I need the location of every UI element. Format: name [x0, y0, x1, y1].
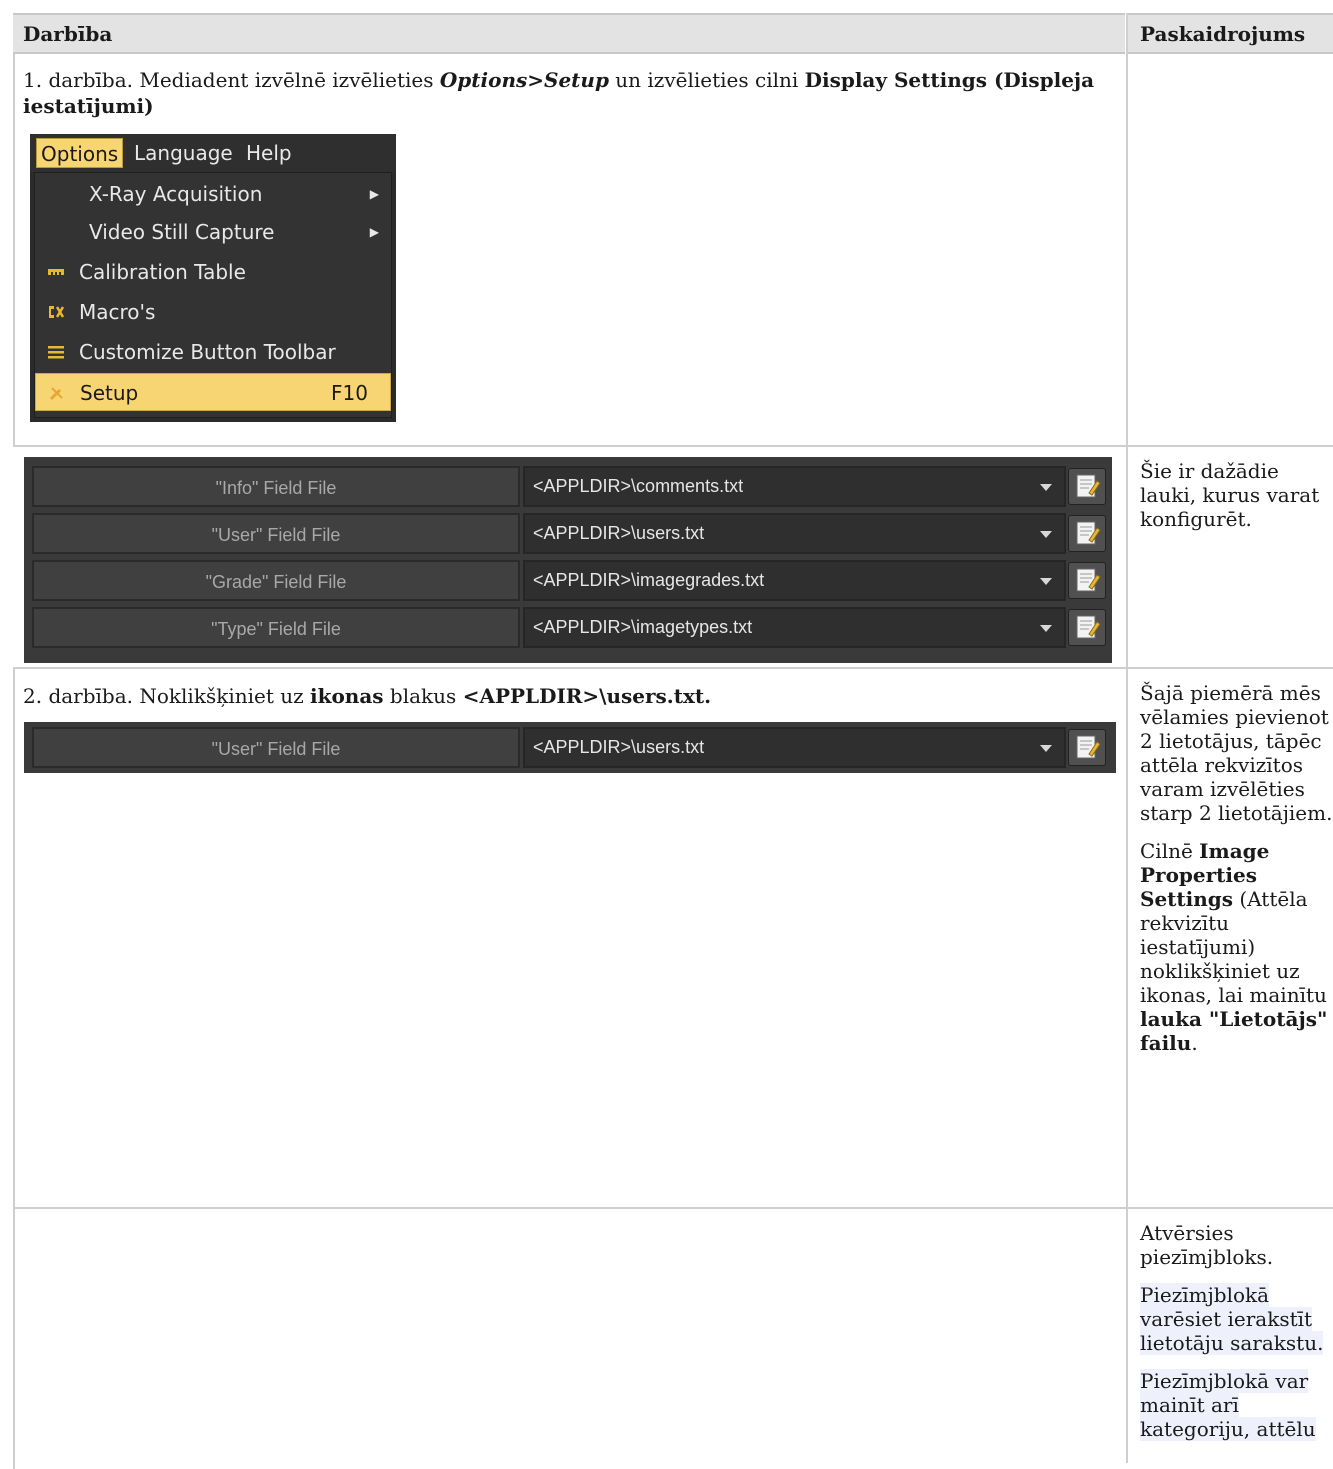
menu-item-macros[interactable]: Macro's — [35, 293, 391, 331]
user-field-screenshot: "User" Field File <APPLDIR>\users.txt — [24, 722, 1116, 773]
field-label: "Info" Field File — [32, 466, 520, 507]
menu-item-label: X-Ray Acquisition — [89, 182, 263, 206]
menu-item-label: Macro's — [79, 300, 156, 324]
row-left-border — [13, 54, 15, 446]
field-value: <APPLDIR>\comments.txt — [533, 476, 744, 496]
header-action: Darbība — [13, 13, 1125, 54]
notepad-edit-icon — [1076, 474, 1101, 498]
step1-text-part: 1. darbība. Mediadent izvēlnē izvēlietie… — [23, 68, 440, 92]
options-dropdown: X-Ray Acquisition ▶ Video Still Capture … — [34, 172, 392, 418]
menu-options[interactable]: Options — [36, 138, 124, 168]
field-value: <APPLDIR>\imagegrades.txt — [533, 570, 765, 590]
edit-file-button[interactable] — [1068, 609, 1106, 646]
note-text: Šie ir dažādie lauki, kurus varat konfig… — [1140, 459, 1320, 531]
step2-bold: ikonas — [310, 684, 384, 708]
field-file-select[interactable]: <APPLDIR>\users.txt — [523, 513, 1066, 554]
step2-text-part: blakus — [383, 684, 463, 708]
menu-item-label: Setup — [80, 381, 139, 405]
note-text: Piezīmjblokā var mainīt arī kategoriju, … — [1140, 1369, 1333, 1441]
edit-file-button[interactable] — [1068, 729, 1106, 766]
header-explanation-label: Paskaidrojums — [1140, 22, 1306, 46]
ruler-icon — [48, 269, 64, 275]
note-part: . — [1191, 1031, 1198, 1055]
edit-file-button[interactable] — [1068, 515, 1106, 552]
note-part: Cilnē — [1140, 839, 1200, 863]
row1-action-cell: 1. darbība. Mediadent izvēlnē izvēlietie… — [23, 67, 1118, 119]
header-explanation: Paskaidrojums — [1128, 13, 1333, 54]
row-divider — [13, 445, 1333, 447]
field-file-select[interactable]: <APPLDIR>\comments.txt — [523, 466, 1066, 507]
menu-item-video-still-capture[interactable]: Video Still Capture ▶ — [35, 213, 391, 251]
menu-bar: Options Language Help — [30, 134, 396, 172]
note-text: Atvērsies piezīmjbloks. — [1140, 1221, 1274, 1269]
note-text: Piezīmjblokā varēsiet ierakstīt lietotāj… — [1140, 1283, 1333, 1355]
submenu-arrow-icon: ▶ — [369, 225, 379, 239]
field-label: "Grade" Field File — [32, 560, 520, 601]
dropdown-caret-icon — [1040, 484, 1052, 491]
edit-file-button[interactable] — [1068, 562, 1106, 599]
notepad-edit-icon — [1076, 615, 1101, 639]
dropdown-caret-icon — [1040, 578, 1052, 585]
row-left-border — [13, 1209, 15, 1469]
note-text: Šajā piemērā mēs vēlamies pievienot 2 li… — [1140, 681, 1333, 825]
field-label: "User" Field File — [32, 727, 520, 768]
menu-item-customize-toolbar[interactable]: Customize Button Toolbar — [35, 333, 391, 371]
header-action-label: Darbība — [23, 22, 113, 46]
dropdown-caret-icon — [1040, 745, 1052, 752]
submenu-arrow-icon: ▶ — [369, 187, 379, 201]
field-files-screenshot: "Info" Field File <APPLDIR>\comments.txt… — [24, 457, 1112, 663]
field-label: "User" Field File — [32, 513, 520, 554]
field-value: <APPLDIR>\users.txt — [533, 737, 705, 757]
menu-item-label: Calibration Table — [79, 260, 246, 284]
note-text: Cilnē Image Properties Settings (Attēla … — [1140, 839, 1333, 1055]
wrench-icon — [49, 387, 63, 401]
notepad-edit-icon — [1076, 735, 1101, 759]
highlighted-text: Piezīmjblokā varēsiet ierakstīt lietotāj… — [1140, 1283, 1324, 1355]
column-divider — [1126, 13, 1128, 1463]
menu-shortcut: F10 — [331, 381, 368, 405]
menu-item-label: Customize Button Toolbar — [79, 340, 336, 364]
step1-text: 1. darbība. Mediadent izvēlnē izvēlietie… — [23, 67, 1118, 119]
row4-note: Atvērsies piezīmjbloks. Piezīmjblokā var… — [1140, 1221, 1333, 1455]
highlighted-text: Piezīmjblokā var mainīt arī kategoriju, … — [1140, 1369, 1316, 1441]
notepad-edit-icon — [1076, 568, 1101, 592]
row-left-border — [13, 669, 15, 1209]
dropdown-caret-icon — [1040, 531, 1052, 538]
field-file-select[interactable]: <APPLDIR>\users.txt — [523, 727, 1066, 768]
row-divider — [13, 667, 1333, 669]
field-file-select[interactable]: <APPLDIR>\imagetypes.txt — [523, 607, 1066, 648]
field-label: "Type" Field File — [32, 607, 520, 648]
notepad-edit-icon — [1076, 521, 1101, 545]
edit-file-button[interactable] — [1068, 468, 1106, 505]
step1-text-part: un izvēlieties cilni — [608, 68, 805, 92]
note-bold: lauka "Lietotājs" failu — [1140, 1007, 1328, 1055]
step1-menu-path: Options>Setup — [439, 68, 609, 92]
row2-note: Šie ir dažādie lauki, kurus varat konfig… — [1140, 459, 1333, 545]
row3-note: Šajā piemērā mēs vēlamies pievienot 2 li… — [1140, 681, 1333, 1069]
step2-text: 2. darbība. Noklikšķiniet uz ikonas blak… — [23, 683, 1118, 709]
row-divider — [13, 1207, 1333, 1209]
menu-item-setup[interactable]: Setup F10 — [35, 373, 391, 411]
menu-language[interactable]: Language — [130, 138, 237, 168]
menu-item-xray-acquisition[interactable]: X-Ray Acquisition ▶ — [35, 175, 391, 213]
menu-item-calibration-table[interactable]: Calibration Table — [35, 253, 391, 291]
field-file-select[interactable]: <APPLDIR>\imagegrades.txt — [523, 560, 1066, 601]
toolbar-icon — [48, 346, 64, 359]
menu-help[interactable]: Help — [242, 138, 296, 168]
dropdown-caret-icon — [1040, 625, 1052, 632]
options-menu-screenshot: Options Language Help X-Ray Acquisition … — [30, 134, 396, 422]
menu-item-label: Video Still Capture — [89, 220, 275, 244]
step2-text-part: 2. darbība. Noklikšķiniet uz — [23, 684, 311, 708]
field-value: <APPLDIR>\imagetypes.txt — [533, 617, 753, 637]
macro-icon — [49, 306, 65, 318]
field-value: <APPLDIR>\users.txt — [533, 523, 705, 543]
step2-bold: <APPLDIR>\users.txt. — [462, 684, 712, 708]
